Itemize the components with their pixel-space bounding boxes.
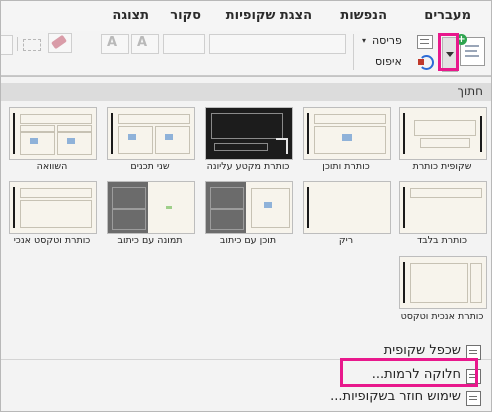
reset-icon[interactable]: [418, 54, 434, 70]
gallery-section-header: חתוך: [1, 83, 491, 101]
layout-caption: כותרת בלבד: [416, 235, 468, 246]
reuse-slides-icon: [466, 391, 481, 406]
layout-vertical-title-text[interactable]: [399, 256, 487, 309]
layout-icon[interactable]: [417, 35, 433, 49]
layout-blank[interactable]: [303, 181, 391, 234]
font-shrink-icon: A: [107, 35, 118, 50]
tab-slideshow[interactable]: הצגת שקופיות: [226, 8, 312, 23]
layout-picture-caption[interactable]: [107, 181, 195, 234]
section-title: חתוך: [457, 84, 483, 98]
tab-view[interactable]: תצוגה: [112, 8, 149, 23]
layout-caption: תמונה עם כיתוב: [117, 235, 183, 246]
layout-comparison[interactable]: [9, 107, 97, 160]
menu-reuse-slides[interactable]: שימוש חוזר בשקופיות...: [261, 388, 481, 408]
font-shrink-button[interactable]: A: [101, 34, 129, 54]
eraser-icon: [50, 34, 68, 50]
toolbar-overflow[interactable]: [1, 35, 13, 55]
layout-caption: כותרת אנכית וטקסט: [400, 311, 484, 322]
layout-caption: שני תכנים: [130, 161, 170, 172]
menu-duplicate-label: שכפל שקופית: [383, 343, 461, 358]
layout-caption: כותרת מקטע עליונה: [206, 161, 290, 172]
reset-label[interactable]: איפוס: [375, 55, 402, 68]
font-grow-icon: A: [137, 35, 148, 50]
powerpoint-window: מעברים הנפשות הצגת שקופיות סקור תצוגה A …: [0, 0, 492, 412]
layout-title-slide[interactable]: [399, 107, 487, 160]
toolbar-divider: [17, 37, 18, 51]
menu-highlight: [340, 358, 478, 387]
list-icon[interactable]: [23, 39, 41, 51]
layout-dropdown-arrow-icon[interactable]: ▾: [362, 36, 366, 45]
layout-title-vertical-text[interactable]: [9, 181, 97, 234]
menu-reuse-label: שימוש חוזר בשקופיות...: [330, 389, 461, 404]
layout-caption: שקופית כותרת: [412, 161, 472, 172]
layout-caption: ריק: [338, 235, 354, 246]
layout-title-content[interactable]: [303, 107, 391, 160]
font-name-box[interactable]: [209, 34, 346, 54]
font-grow-button[interactable]: A: [131, 34, 159, 54]
tab-review[interactable]: סקור: [170, 8, 201, 23]
dropdown-highlight: [438, 33, 459, 71]
ribbon-tab-bar: מעברים הנפשות הצגת שקופיות סקור תצוגה: [1, 1, 491, 31]
tab-transitions[interactable]: מעברים: [424, 8, 471, 23]
toolbar-divider: [353, 34, 354, 70]
font-size-box[interactable]: [163, 34, 205, 54]
layout-content-caption[interactable]: [205, 181, 293, 234]
layout-label[interactable]: פריסה: [372, 34, 402, 47]
layout-caption: כותרת וטקסט אנכי: [13, 235, 91, 246]
clear-format-button[interactable]: [48, 33, 72, 53]
layout-title-only[interactable]: [399, 181, 487, 234]
layout-two-content[interactable]: [107, 107, 195, 160]
layout-caption: תוכן עם כיתוב: [219, 235, 277, 246]
tab-animations[interactable]: הנפשות: [340, 8, 387, 23]
layout-caption: כותרת ותוכן: [322, 161, 370, 172]
layout-section-header[interactable]: [205, 107, 293, 160]
layout-caption: השוואה: [36, 161, 68, 172]
